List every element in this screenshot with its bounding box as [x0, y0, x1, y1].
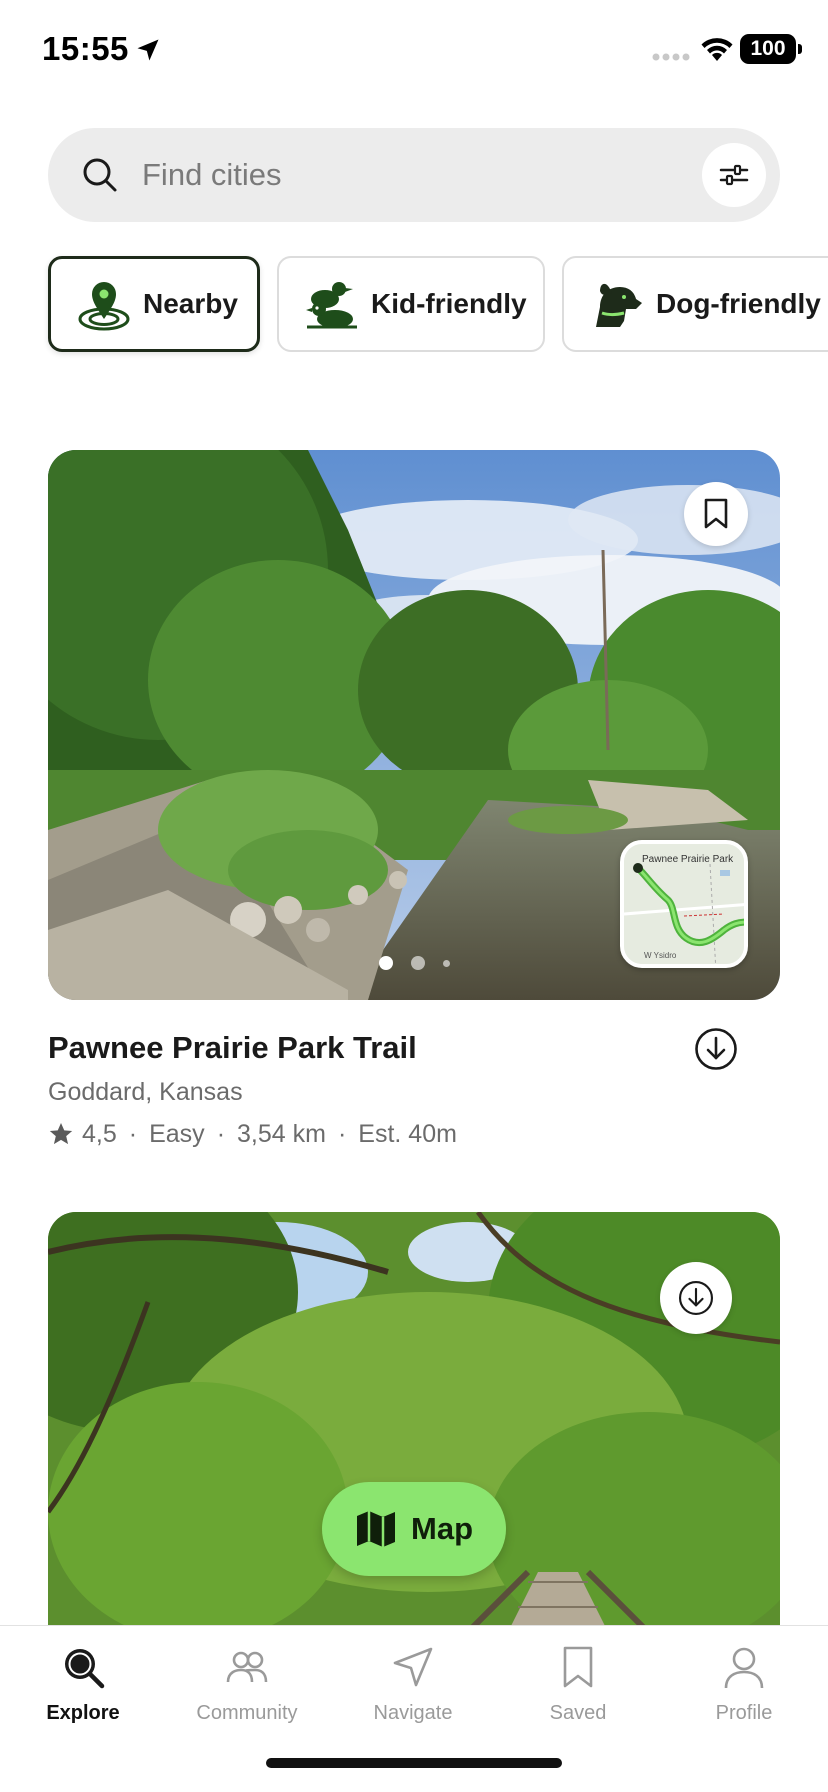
home-indicator [266, 1758, 562, 1768]
trail-mini-map[interactable]: Pawnee Prairie Park W Ysidro [620, 840, 748, 968]
search-bar[interactable] [48, 128, 780, 222]
tab-label: Explore [46, 1702, 120, 1724]
trail-location: Goddard, Kansas [48, 1078, 243, 1106]
download-trail-button[interactable] [660, 1262, 732, 1334]
tab-label: Navigate [373, 1702, 453, 1724]
search-input[interactable] [142, 128, 622, 222]
location-arrow-icon [137, 39, 159, 61]
tab-community[interactable]: Community [172, 1644, 322, 1725]
carousel-dot [378, 956, 393, 970]
tab-explore[interactable]: Explore [8, 1644, 158, 1725]
download-icon [678, 1280, 714, 1316]
ducks-icon [306, 282, 357, 329]
tab-label: Saved [549, 1702, 607, 1724]
trail-distance: 3,54 km [237, 1119, 326, 1148]
search-icon [83, 158, 117, 192]
bottom-tab-bar: Explore Community Navigate Saved Profile [0, 1625, 828, 1792]
status-time: 15:55 [42, 30, 129, 67]
signal-icon [652, 53, 690, 61]
nearby-pin-icon [78, 282, 130, 331]
battery-indicator: 100 [740, 34, 802, 64]
tab-profile[interactable]: Profile [669, 1644, 819, 1725]
trail-photo-carousel[interactable]: Pawnee Prairie Park W Ysidro [48, 450, 780, 1000]
trail-duration: Est. 40m [358, 1119, 457, 1148]
chip-label: Kid-friendly [371, 288, 527, 319]
filter-chips: Nearby Kid-friendly Dog-friendly [48, 256, 828, 352]
bookmark-icon [563, 1646, 593, 1688]
trail-rating: 4,5 [82, 1119, 117, 1148]
mini-map-label: Pawnee Prairie Park [642, 854, 734, 865]
meta-separator: · [128, 1119, 138, 1148]
chip-kid-friendly[interactable]: Kid-friendly [277, 256, 545, 352]
trail-title[interactable]: Pawnee Prairie Park Trail [48, 1030, 417, 1066]
chip-label: Nearby [143, 288, 238, 319]
sliders-icon [719, 164, 749, 186]
star-icon [49, 1122, 73, 1145]
profile-icon [724, 1647, 764, 1689]
bookmark-icon [704, 498, 728, 529]
carousel-dot [410, 956, 425, 970]
tab-label: Community [196, 1702, 298, 1724]
meta-separator: · [216, 1119, 226, 1148]
download-icon[interactable] [694, 1027, 738, 1071]
map-icon [357, 1511, 395, 1547]
meta-separator: · [337, 1119, 347, 1148]
status-bar: 15:55 100 [0, 0, 828, 100]
tab-navigate[interactable]: Navigate [338, 1644, 488, 1725]
wifi-icon [701, 38, 733, 61]
tab-label: Profile [715, 1702, 773, 1724]
carousel-dot [442, 959, 450, 967]
navigate-icon [393, 1647, 433, 1687]
chip-nearby[interactable]: Nearby [48, 256, 260, 352]
tab-saved[interactable]: Saved [503, 1644, 653, 1725]
trail-difficulty: Easy [149, 1119, 205, 1148]
filter-button[interactable] [702, 143, 766, 207]
explore-screen: 15:55 100 Find cities Nearby Kid-friendl… [0, 0, 828, 1792]
chip-dog-friendly[interactable]: Dog-friendly [562, 256, 828, 352]
dog-icon [596, 283, 642, 327]
save-trail-button[interactable] [684, 482, 748, 546]
map-button-label: Map [411, 1511, 473, 1546]
chip-label: Dog-friendly [656, 288, 821, 319]
trail-meta: 4,5 · Easy · 3,54 km · Est. 40m [48, 1117, 457, 1151]
explore-search-icon [65, 1649, 105, 1689]
community-icon [226, 1651, 268, 1683]
map-view-button[interactable]: Map [322, 1482, 506, 1576]
carousel-indicator [48, 956, 780, 970]
